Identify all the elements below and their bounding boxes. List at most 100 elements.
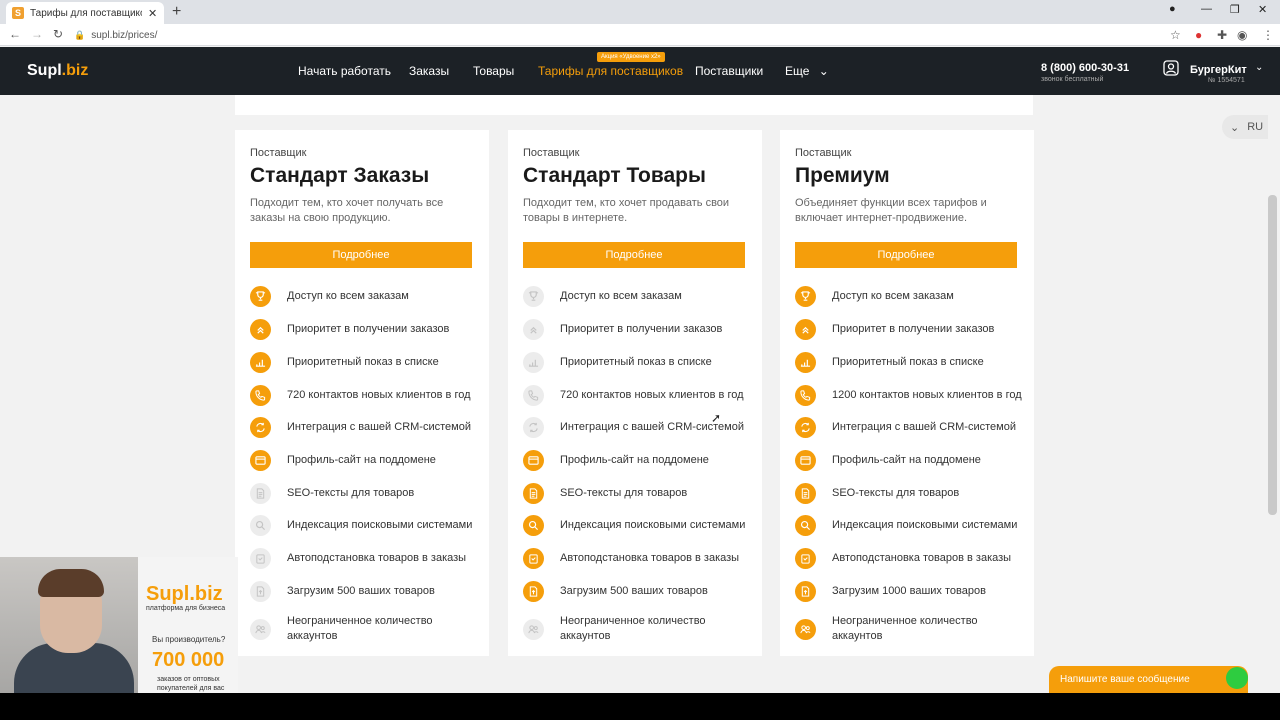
chevron-down-icon[interactable]: ⌄ bbox=[1255, 62, 1263, 73]
feature-label: Доступ ко всем заказам bbox=[560, 290, 682, 302]
star-icon[interactable]: ☆ bbox=[1170, 28, 1181, 42]
details-button[interactable]: Подробнее bbox=[523, 242, 745, 268]
plan-desc: Подходит тем, кто хочет получать все зак… bbox=[250, 197, 444, 224]
feature-label: Индексация поисковыми системами bbox=[832, 519, 1018, 531]
mouse-cursor-icon: ➚ bbox=[711, 411, 722, 425]
window-close-icon[interactable]: ✕ bbox=[1258, 3, 1267, 16]
minimize-icon[interactable]: — bbox=[1201, 3, 1212, 15]
feature-label: 720 контактов новых клиентов в год bbox=[287, 389, 471, 401]
users-icon bbox=[250, 618, 271, 640]
plan-title: Премиум bbox=[795, 164, 890, 187]
details-button[interactable]: Подробнее bbox=[250, 242, 472, 268]
sync-icon bbox=[523, 417, 544, 438]
feature-item: Доступ ко всем заказам bbox=[795, 286, 1025, 307]
plan-title: Стандарт Товары bbox=[523, 164, 706, 187]
feature-item: Автоподстановка товаров в заказы bbox=[250, 548, 480, 569]
feature-label: Приоритетный показ в списке bbox=[287, 356, 439, 368]
feature-label: Приоритет в получении заказов bbox=[832, 323, 995, 335]
feature-item: Приоритетный показ в списке bbox=[250, 352, 480, 373]
feature-item: Автоподстановка товаров в заказы bbox=[523, 548, 753, 569]
feature-item: Индексация поисковыми системами bbox=[795, 515, 1025, 536]
presenter-hair bbox=[38, 569, 104, 597]
site-logo[interactable]: Supl.biz bbox=[27, 62, 88, 80]
phone-note: звонок бесплатный bbox=[1041, 76, 1104, 83]
clipboard-icon bbox=[523, 548, 544, 569]
language-switcher[interactable]: ⌄ RU bbox=[1222, 115, 1268, 139]
menu-icon[interactable]: ⋮ bbox=[1262, 28, 1274, 42]
plan-desc: Подходит тем, кто хочет продавать свои т… bbox=[523, 197, 730, 224]
details-button[interactable]: Подробнее bbox=[795, 242, 1017, 268]
back-icon[interactable]: ← bbox=[9, 27, 21, 41]
feature-item: Профиль-сайт на поддомене bbox=[795, 450, 1025, 471]
feature-item: Приоритетный показ в списке bbox=[795, 352, 1025, 373]
user-name[interactable]: БургерКит bbox=[1190, 64, 1247, 76]
upload-icon bbox=[795, 581, 816, 602]
chat-widget-button[interactable]: Напишите ваше сообщение bbox=[1049, 666, 1248, 693]
user-id: № 1554571 bbox=[1208, 77, 1245, 84]
feature-item: SEO-тексты для товаров bbox=[523, 483, 753, 504]
chevrons-up-icon bbox=[250, 319, 271, 340]
nav-pricing[interactable]: Тарифы для поставщиков bbox=[538, 64, 683, 78]
user-icon[interactable] bbox=[1163, 60, 1179, 76]
chevrons-up-icon bbox=[795, 319, 816, 340]
nav-orders[interactable]: Заказы bbox=[409, 64, 449, 78]
chart-icon bbox=[250, 352, 271, 373]
feature-label: 720 контактов новых клиентов в год bbox=[560, 389, 744, 401]
sync-icon bbox=[250, 417, 271, 438]
feature-label: Неограниченное количество аккаунтов bbox=[287, 615, 433, 642]
feature-label: Загрузим 500 ваших товаров bbox=[560, 585, 708, 597]
feature-item: Профиль-сайт на поддомене bbox=[523, 450, 753, 471]
nav-products[interactable]: Товары bbox=[473, 64, 514, 78]
nav-start[interactable]: Начать работать bbox=[298, 64, 391, 78]
trophy-icon bbox=[523, 286, 544, 307]
trophy-icon bbox=[250, 286, 271, 307]
language-label: RU bbox=[1247, 121, 1264, 133]
feature-label: Неограниченное количество аккаунтов bbox=[832, 615, 978, 642]
feature-label: 1200 контактов новых клиентов в год bbox=[832, 389, 1022, 401]
phone-icon bbox=[250, 385, 271, 406]
feature-label: Приоритетный показ в списке bbox=[832, 356, 984, 368]
logo-suffix: .biz bbox=[61, 62, 89, 79]
maximize-icon[interactable]: ❐ bbox=[1230, 3, 1240, 16]
feature-label: Профиль-сайт на поддомене bbox=[832, 454, 981, 466]
feature-item: Приоритет в получении заказов bbox=[795, 319, 1025, 340]
webcam-overlay: Supl.biz платформа для бизнеса Вы произв… bbox=[0, 557, 238, 693]
plan-card-products: Поставщик Стандарт Товары Подходит тем, … bbox=[508, 130, 762, 656]
phone-icon bbox=[523, 385, 544, 406]
browser-icon bbox=[250, 450, 271, 471]
avatar[interactable]: ◉ bbox=[1237, 28, 1247, 42]
feature-label: Загрузим 1000 ваших товаров bbox=[832, 585, 986, 597]
banner-number: 700 000 bbox=[152, 649, 225, 671]
address-bar: ← → ↻ 🔒 supl.biz/prices/ ☆ ● ✚ ◉ ⋮ bbox=[0, 24, 1280, 46]
close-icon[interactable]: ✕ bbox=[148, 7, 157, 20]
feature-label: Индексация поисковыми системами bbox=[287, 519, 473, 531]
feature-label: Приоритетный показ в списке bbox=[560, 356, 712, 368]
forward-icon[interactable]: → bbox=[31, 27, 43, 41]
browser-tab[interactable]: S Тарифы для поставщиков — Sup ✕ bbox=[6, 2, 164, 24]
chevron-down-icon: ⌄ bbox=[818, 64, 829, 78]
new-tab-icon[interactable]: + bbox=[172, 3, 181, 21]
feature-item: Неограниченное количество аккаунтов bbox=[250, 614, 480, 644]
phone-number[interactable]: 8 (800) 600-30-31 bbox=[1041, 62, 1129, 74]
feature-label: SEO-тексты для товаров bbox=[832, 487, 960, 499]
feature-item: Загрузим 1000 ваших товаров bbox=[795, 581, 1025, 602]
lock-icon: 🔒 bbox=[74, 29, 86, 40]
chevron-down-icon: ⌄ bbox=[1230, 121, 1240, 134]
puzzle-icon[interactable]: ✚ bbox=[1217, 28, 1227, 42]
feature-item: Доступ ко всем заказам bbox=[523, 286, 753, 307]
feature-label: Доступ ко всем заказам bbox=[287, 290, 409, 302]
webcam-banner bbox=[138, 557, 238, 693]
document-icon bbox=[250, 483, 271, 504]
extension-icon[interactable]: ● bbox=[1195, 28, 1202, 42]
top-strip bbox=[235, 95, 1033, 115]
scrollbar[interactable] bbox=[1268, 195, 1277, 515]
document-icon bbox=[523, 483, 544, 504]
nav-more[interactable]: Еще ⌄ bbox=[785, 64, 829, 78]
banner-subtitle: платформа для бизнеса bbox=[146, 605, 226, 612]
reload-icon[interactable]: ↻ bbox=[53, 27, 63, 41]
url-text: supl.biz/prices/ bbox=[91, 29, 158, 41]
nav-suppliers[interactable]: Поставщики bbox=[695, 64, 763, 78]
url-input[interactable]: 🔒 supl.biz/prices/ bbox=[74, 26, 1164, 44]
profile-dot-icon[interactable]: ● bbox=[1169, 3, 1176, 15]
feature-item: Индексация поисковыми системами bbox=[523, 515, 753, 536]
